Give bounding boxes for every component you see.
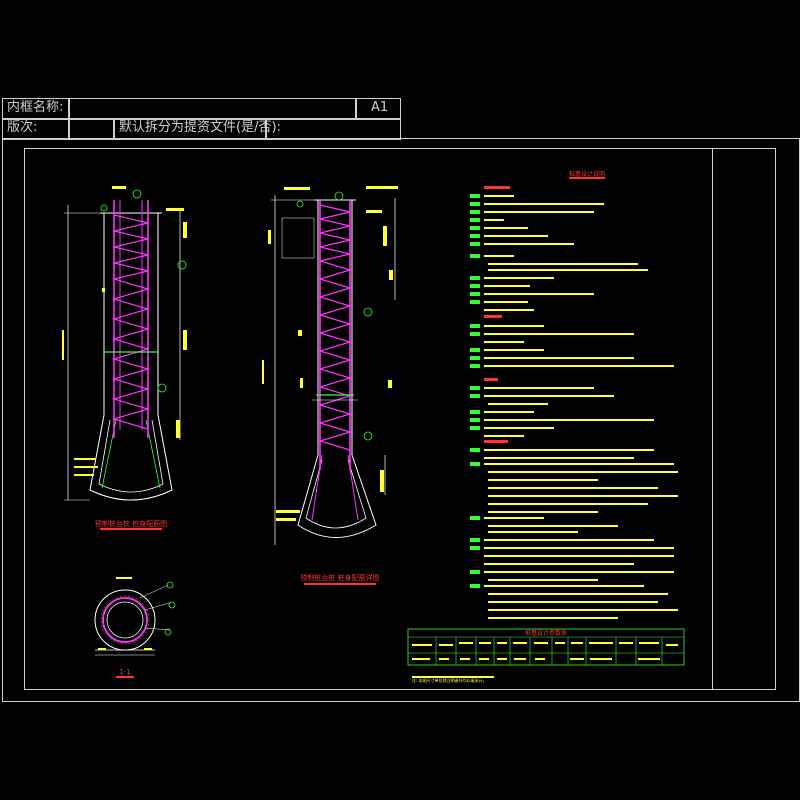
section-title: 1-1 <box>119 668 130 676</box>
pile-elevation-2 <box>262 186 398 585</box>
elevation-1-title: 预制桩台桩 桩身配筋图 <box>95 519 167 528</box>
pile-elevation-1 <box>62 186 187 530</box>
notes-title: 桩基设计说明 <box>569 170 605 178</box>
table-title: 桩基设计参数表 <box>525 629 567 637</box>
cad-drawing: 预制桩台桩 桩身配筋图 预制桩台桩 桩身配筋详图 1-1 桩基设计说明 桩基设计… <box>62 170 685 683</box>
design-notes <box>470 177 678 619</box>
pile-section-view <box>94 577 176 678</box>
spiral-stirrup-2 <box>317 204 353 451</box>
table-bottom-note: 注: 本图尺寸单位除注明者外均以毫米计。 <box>412 677 487 683</box>
spiral-stirrup-1 <box>111 214 151 430</box>
elevation-2-title: 预制桩台桩 桩身配筋详图 <box>300 573 379 582</box>
